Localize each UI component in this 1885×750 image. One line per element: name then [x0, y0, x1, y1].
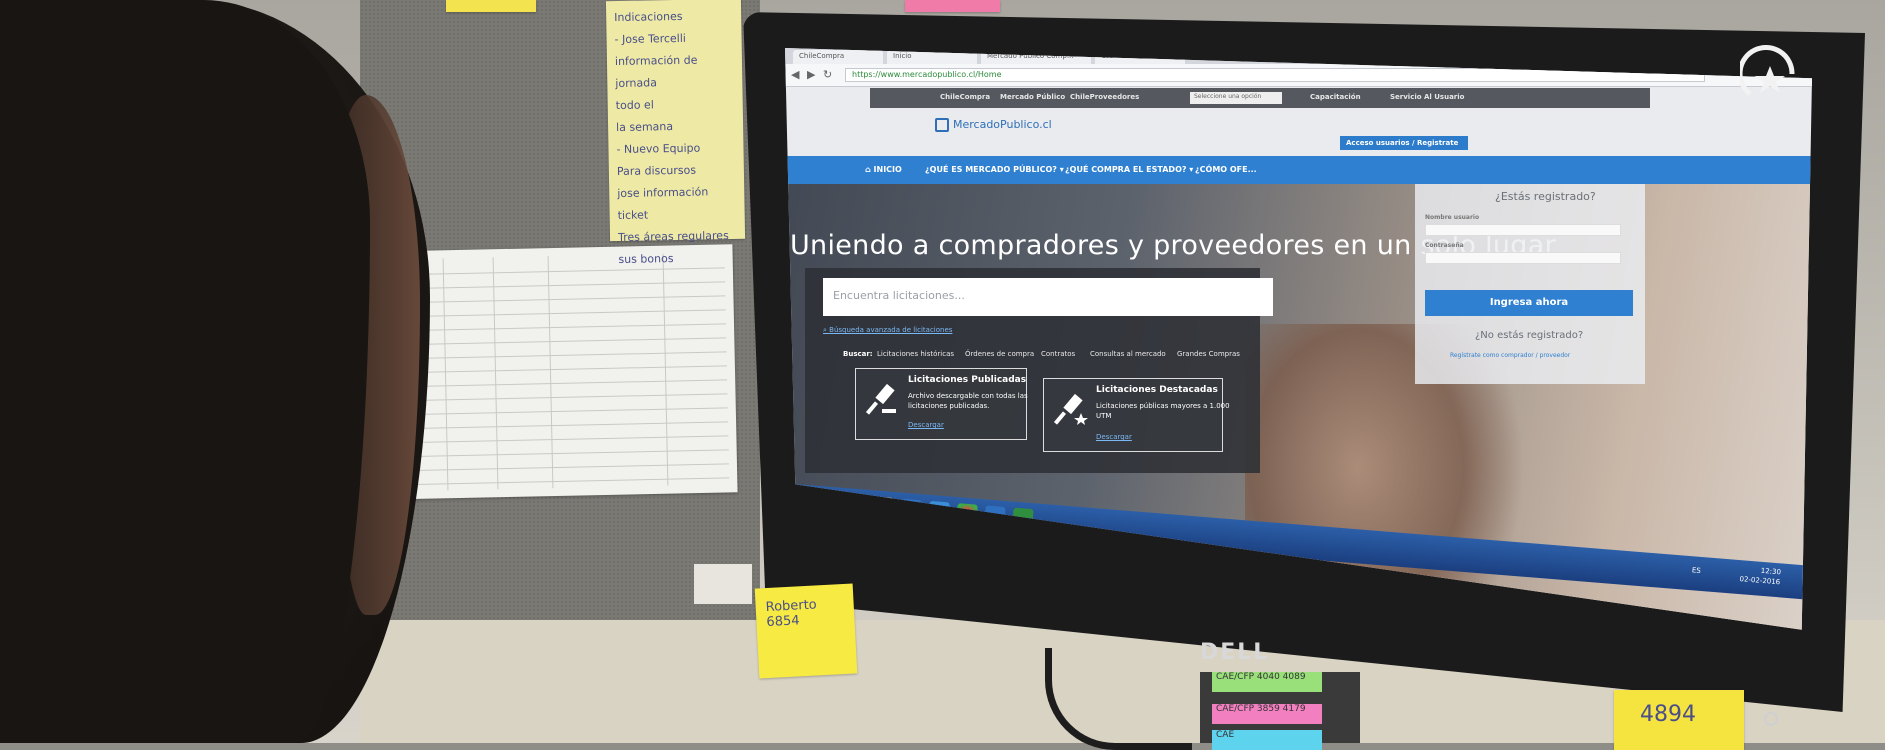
- password-field[interactable]: [1425, 252, 1621, 264]
- login-title: ¿Estás registrado?: [1495, 190, 1596, 203]
- topnav-mercado-publico[interactable]: Mercado Público: [1000, 93, 1065, 101]
- small-paper-label: [694, 564, 752, 604]
- topnav-capacitacion[interactable]: Capacitación: [1310, 93, 1361, 101]
- buscar-contratos[interactable]: Contratos: [1041, 350, 1075, 358]
- sticky-note-number: 4894: [1614, 690, 1744, 750]
- nav-que-es[interactable]: ¿QUÉ ES MERCADO PÚBLICO? ▾: [925, 165, 1064, 174]
- card-licitaciones-publicadas: Licitaciones Publicadas Archivo descarga…: [855, 368, 1028, 440]
- card-licitaciones-destacadas: Licitaciones Destacadas Licitaciones púb…: [1043, 378, 1230, 452]
- register-link[interactable]: Regístrate como comprador / proveedor: [1450, 352, 1570, 359]
- dell-logo: DELL: [1200, 640, 1270, 665]
- hero-title: Uniendo a compradores y proveedores en u…: [790, 230, 1556, 261]
- topnav-select[interactable]: Seleccione una opción: [1190, 92, 1282, 104]
- username-label: Nombre usuario: [1425, 214, 1480, 221]
- site-logo[interactable]: MercadoPublico.cl: [935, 118, 1052, 132]
- nav-como-ofertar[interactable]: ¿CÓMO OFE...: [1195, 165, 1257, 174]
- stand-note-green: CAE/CFP 4040 4089: [1212, 672, 1322, 692]
- forward-icon[interactable]: ▶: [807, 68, 815, 81]
- main-nav: ⌂ INICIO ¿QUÉ ES MERCADO PÚBLICO? ▾ ¿QUÉ…: [785, 156, 1812, 184]
- topnav-chilecompra[interactable]: ChileCompra: [940, 93, 990, 101]
- search-input[interactable]: Encuentra licitaciones...: [823, 278, 1273, 316]
- logo-icon: [935, 118, 949, 132]
- card-text: Licitaciones públicas mayores a 1.000 UT…: [1096, 402, 1230, 420]
- buscar-ordenes-compra[interactable]: Órdenes de compra: [965, 350, 1034, 358]
- card-download-link[interactable]: Descargar: [908, 421, 944, 429]
- card-download-link[interactable]: Descargar: [1096, 433, 1132, 441]
- language-indicator[interactable]: ES: [1692, 566, 1701, 575]
- username-field[interactable]: [1425, 224, 1621, 236]
- not-registered-text: ¿No estás registrado?: [1475, 330, 1584, 341]
- sticky-note-top-yellow: [446, 0, 536, 12]
- access-register-button[interactable]: Acceso usuarios / Registrate: [1340, 136, 1468, 150]
- back-icon[interactable]: ◀: [791, 68, 799, 81]
- sticky-note-roberto: Roberto 6854: [754, 583, 858, 679]
- login-panel: ¿Estás registrado? Nombre usuario Contra…: [1415, 184, 1645, 384]
- buscar-label: Buscar:: [843, 350, 873, 358]
- nav-que-compra[interactable]: ¿QUÉ COMPRA EL ESTADO? ▾: [1065, 165, 1193, 174]
- top-nav: ChileCompra Mercado Público ChileProveed…: [870, 88, 1650, 108]
- advanced-search-link[interactable]: ⌕ Búsqueda avanzada de licitaciones: [823, 326, 952, 335]
- card-title: Licitaciones Destacadas: [1096, 385, 1218, 395]
- person-hair-front: [0, 0, 370, 743]
- gavel-icon: [866, 383, 896, 415]
- nav-inicio[interactable]: ⌂ INICIO: [865, 165, 902, 174]
- browser-tab[interactable]: ChileCompra: [793, 50, 883, 64]
- gavel-star-icon: [1054, 393, 1088, 425]
- card-title: Licitaciones Publicadas: [908, 375, 1027, 385]
- topnav-servicio-usuario[interactable]: Servicio Al Usuario: [1390, 93, 1464, 101]
- power-icon[interactable]: [1764, 712, 1778, 726]
- stand-note-blue: CAE: [1212, 730, 1322, 750]
- reload-icon[interactable]: ↻: [823, 68, 832, 81]
- buscar-grandes-compras[interactable]: Grandes Compras: [1177, 350, 1240, 358]
- password-label: Contraseña: [1425, 242, 1464, 249]
- buscar-licitaciones-historicas[interactable]: Licitaciones históricas: [877, 350, 954, 358]
- star-watermark-icon: [1740, 45, 1795, 96]
- sticky-note-top-pink: [905, 0, 1000, 12]
- taskbar-clock[interactable]: 12:30 02-02-2016: [1739, 564, 1781, 587]
- stand-note-pink: CAE/CFP 3859 4179: [1212, 704, 1322, 724]
- card-text: Archivo descargable con todas las licita…: [908, 392, 1028, 410]
- topnav-chileproveedores[interactable]: ChileProveedores: [1070, 93, 1139, 101]
- buscar-consultas-mercado[interactable]: Consultas al mercado: [1090, 350, 1166, 358]
- sticky-note-large: Indicaciones - Jose Tercelli información…: [605, 0, 746, 266]
- logo-text: MercadoPublico.cl: [953, 118, 1052, 131]
- login-button[interactable]: Ingresa ahora: [1425, 290, 1633, 316]
